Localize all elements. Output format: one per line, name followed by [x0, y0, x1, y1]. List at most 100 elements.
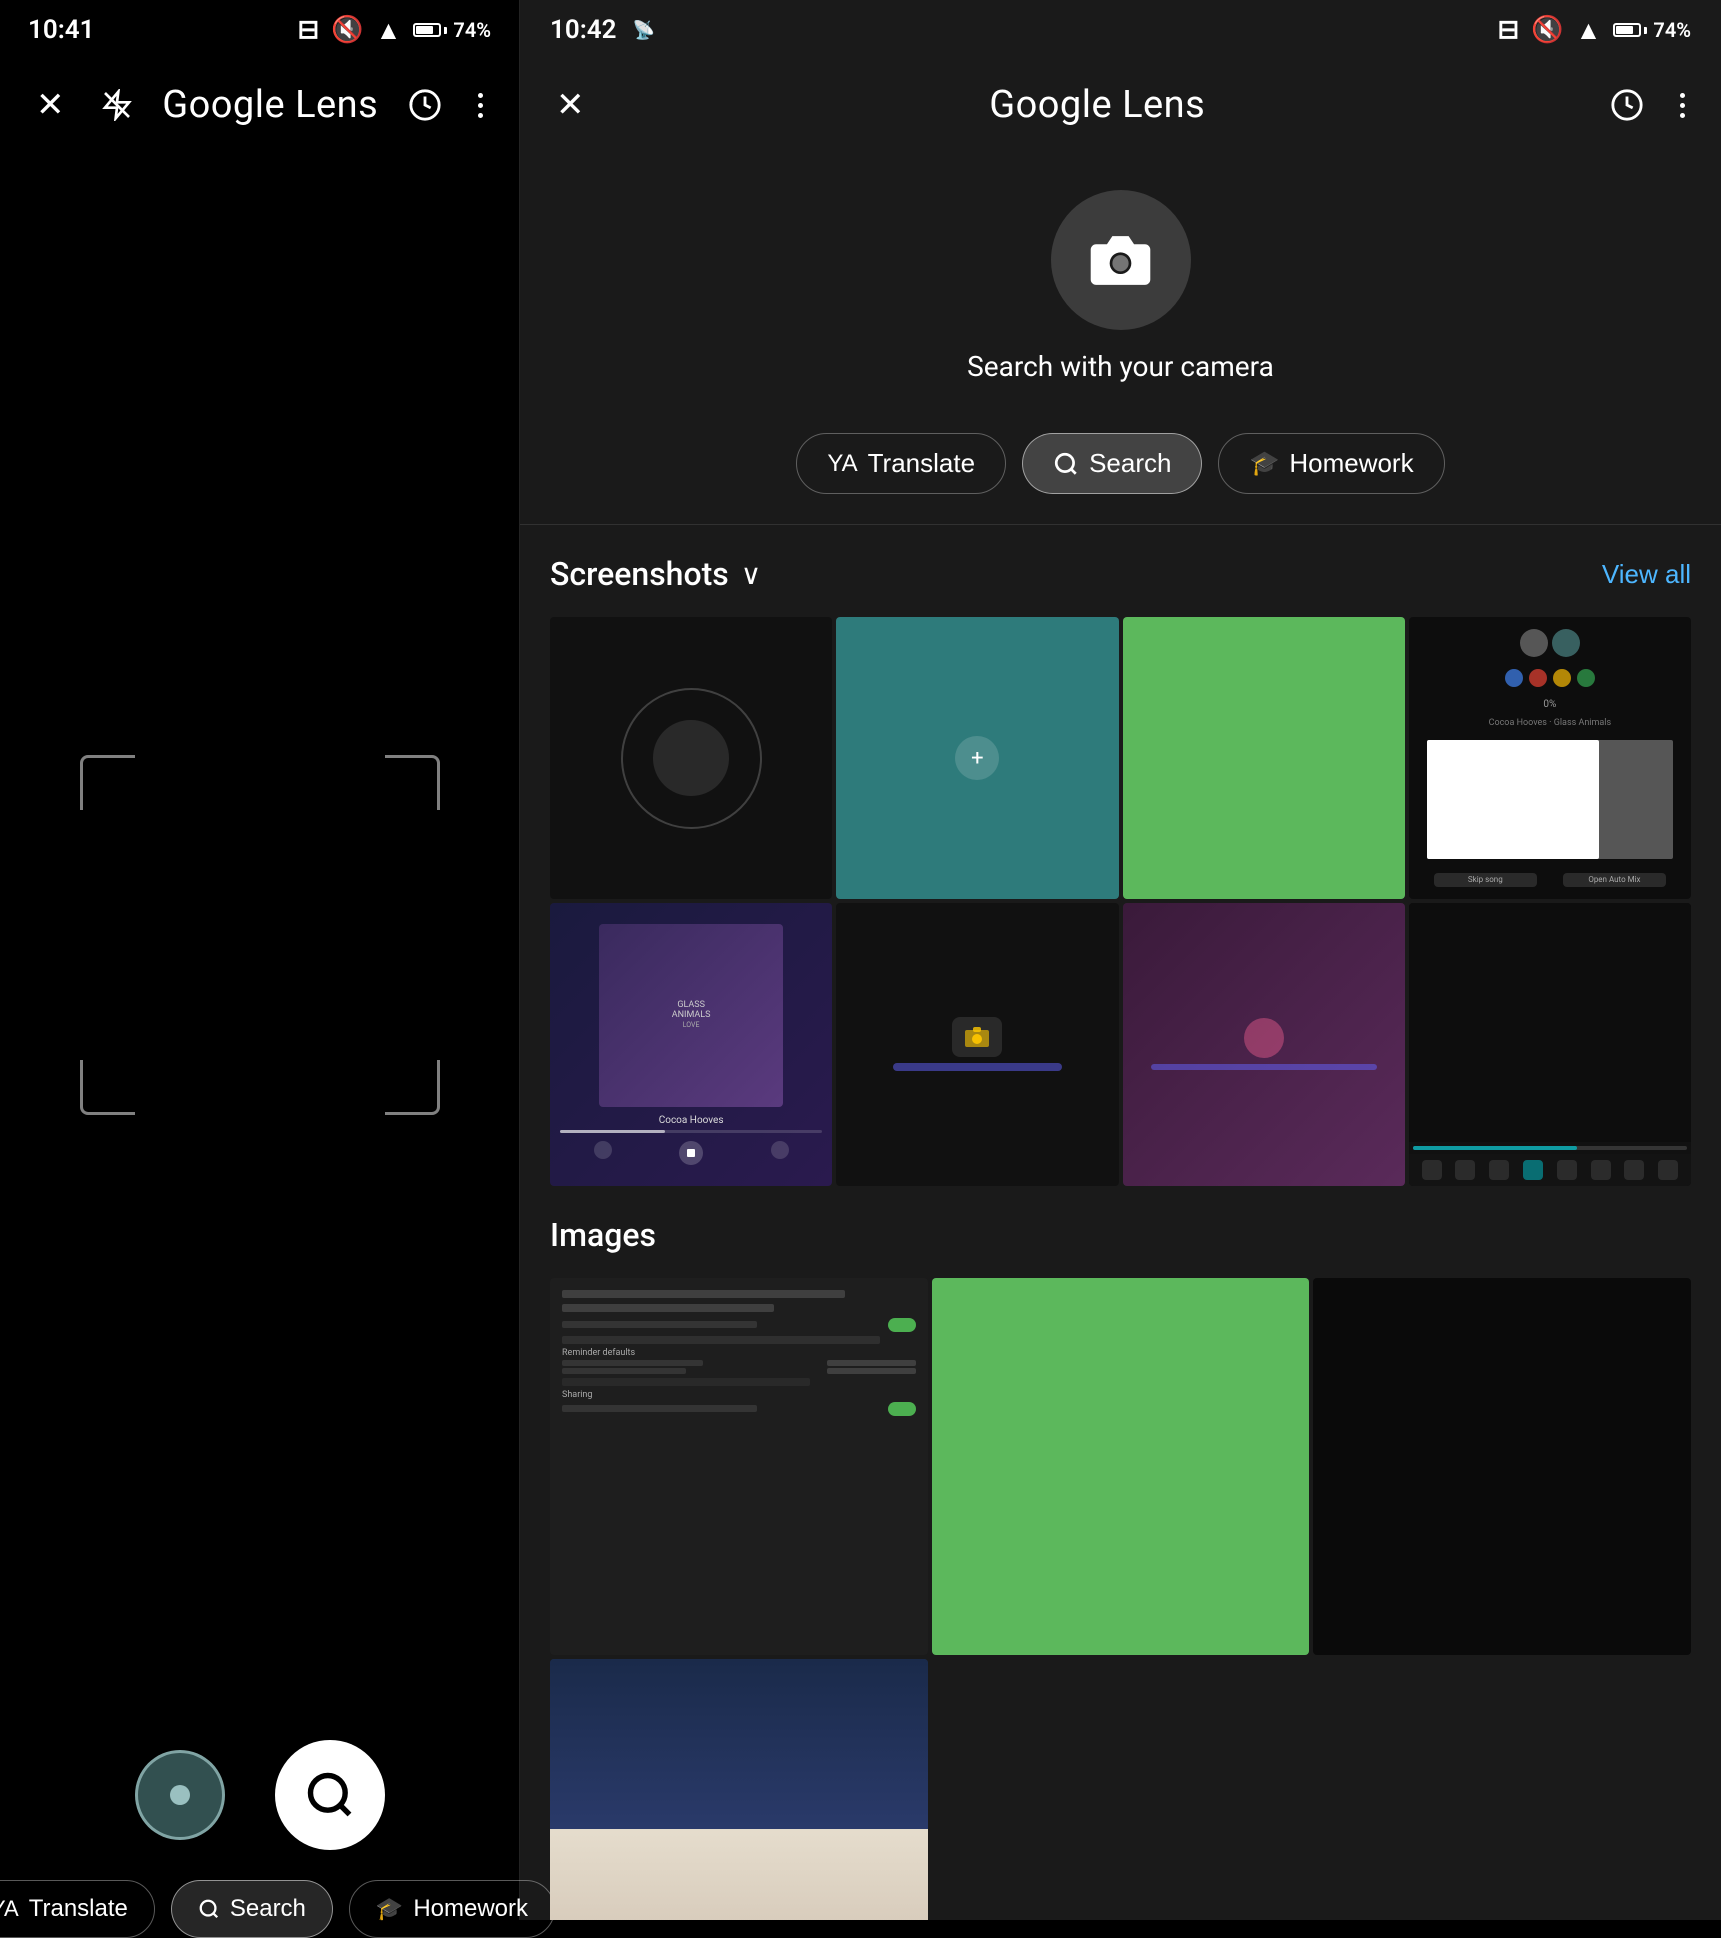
tab-translate-left[interactable]: YA Translate — [0, 1880, 155, 1938]
tab-search-label-right: Search — [1089, 448, 1171, 479]
right-toolbar: ✕ Google Lens — [520, 60, 1721, 150]
camera-prompt-text: Search with your camera — [967, 350, 1274, 383]
left-time: 10:41 — [28, 15, 95, 45]
screenshots-view-all[interactable]: View all — [1602, 559, 1691, 590]
vol-avatars — [1421, 629, 1679, 657]
right-more-button[interactable] — [1674, 87, 1691, 124]
right-screen-record-icon: ⊟ — [1497, 15, 1519, 45]
translate-icon-left: YA — [0, 1896, 19, 1922]
vol-track: Cocoa Hooves · Glass Animals — [1421, 718, 1679, 728]
search-icon-right — [1053, 451, 1079, 477]
screenshot-thumb-4[interactable]: 0% Cocoa Hooves · Glass Animals Skip son… — [1409, 617, 1691, 899]
flash-button[interactable] — [95, 83, 139, 127]
tab-homework-left[interactable]: 🎓 Homework — [349, 1880, 555, 1938]
tab-search-left[interactable]: Search — [171, 1880, 333, 1938]
settings-times-2 — [562, 1368, 916, 1374]
right-mute-icon: 🔇 — [1531, 15, 1563, 45]
settings-section-label: Reminder defaults — [562, 1348, 916, 1358]
more-button[interactable] — [472, 87, 489, 124]
screenshots-title-row: Screenshots ∨ — [550, 555, 761, 593]
control-row — [1409, 1154, 1691, 1186]
left-panel: 10:41 ⊟ 🔇 ▲ 74% ✕ Google Lens — [0, 0, 520, 1920]
left-toolbar-right — [402, 82, 489, 128]
thumb-2-icon: + — [955, 736, 999, 780]
toggle-label-1 — [562, 1321, 757, 1328]
corner-bl — [80, 1060, 135, 1115]
camera-icon — [1088, 228, 1153, 293]
homework-icon-right: 🎓 — [1249, 449, 1279, 478]
capture-button[interactable] — [135, 1750, 225, 1840]
history-button[interactable] — [402, 82, 448, 128]
sharing-label: Sharing — [562, 1390, 916, 1400]
content-area: Screenshots ∨ View all + — [520, 525, 1721, 1920]
right-history-button[interactable] — [1604, 82, 1650, 128]
left-bottom-bar: YA Translate Search 🎓 Homework — [0, 1720, 519, 1920]
image-thumb-4[interactable]: Fuji? — [550, 1659, 928, 1920]
screenshots-title: Screenshots — [550, 555, 729, 593]
image-thumb-3[interactable] — [1313, 1278, 1691, 1656]
lens-search-button[interactable] — [275, 1740, 385, 1850]
viewfinder-frame — [80, 755, 440, 1115]
settings-row-3 — [562, 1336, 880, 1344]
images-grid: Reminder defaults Sharing — [550, 1278, 1691, 1921]
image-thumb-1[interactable]: Reminder defaults Sharing — [550, 1278, 928, 1656]
tab-homework-right[interactable]: 🎓 Homework — [1218, 433, 1444, 494]
chrome-icons — [1421, 669, 1679, 687]
camera-app-icon — [965, 1027, 989, 1047]
right-status-bar: 10:42 📡 ⊟ 🔇 ▲ 74% — [520, 0, 1721, 60]
tab-translate-label-left: Translate — [29, 1895, 128, 1923]
right-signal-icon: 📡 — [633, 20, 655, 41]
ctrl-3 — [1489, 1160, 1509, 1180]
screenshot-thumb-1[interactable] — [550, 617, 832, 899]
screenshot-thumb-6[interactable] — [836, 903, 1118, 1185]
progress-bar — [560, 1130, 822, 1133]
screenshots-section-header: Screenshots ∨ View all — [550, 555, 1691, 593]
screenshot-thumb-8[interactable] — [1409, 903, 1691, 1185]
tab-homework-label-left: Homework — [413, 1895, 528, 1923]
right-battery-percent: 74% — [1653, 18, 1691, 42]
tab-translate-right[interactable]: YA Translate — [796, 433, 1006, 494]
right-status-left: 10:42 📡 — [550, 15, 655, 45]
ctrl-2 — [1455, 1160, 1475, 1180]
mute-icon: 🔇 — [331, 15, 363, 45]
screenshot-thumb-3[interactable] — [1123, 617, 1405, 899]
right-close-button[interactable]: ✕ — [550, 79, 591, 131]
settings-row-4 — [562, 1378, 810, 1386]
toggle-row-1 — [562, 1318, 916, 1332]
battery-indicator: 74% — [413, 18, 491, 42]
ctrl-1 — [1422, 1160, 1442, 1180]
image-thumb-2[interactable] — [932, 1278, 1310, 1656]
right-toolbar-actions — [1604, 82, 1691, 128]
music-title: Cocoa Hooves — [659, 1115, 724, 1126]
translate-icon-right: YA — [827, 450, 857, 478]
vol-slider — [1427, 740, 1673, 859]
toggle-label-2 — [562, 1405, 757, 1412]
screenshot-thumb-5[interactable]: GLASSANIMALSLOVE Cocoa Hooves — [550, 903, 832, 1185]
playback-controls — [560, 1141, 822, 1165]
video-progress — [1409, 1142, 1691, 1154]
right-wifi-icon: ▲ — [1576, 15, 1602, 46]
camera-card: Search with your camera — [520, 150, 1721, 413]
tab-search-label-left: Search — [230, 1895, 306, 1923]
corner-tr — [385, 755, 440, 810]
toggle-1 — [888, 1318, 916, 1332]
close-button[interactable]: ✕ — [30, 79, 71, 131]
left-toolbar-left: ✕ — [30, 79, 139, 131]
corner-tl — [80, 755, 135, 810]
ctrl-7 — [1624, 1160, 1644, 1180]
screenshot-thumb-7[interactable] — [1123, 903, 1405, 1185]
left-app-title: Google Lens — [162, 83, 378, 127]
vol-btns: Skip song Open Auto Mix — [1421, 873, 1679, 887]
right-app-title: Google Lens — [989, 83, 1205, 127]
search-icon-left — [198, 1898, 220, 1920]
capture-btn-inner — [170, 1785, 190, 1805]
camera-icon-circle[interactable] — [1051, 190, 1191, 330]
left-status-icons: ⊟ 🔇 ▲ 74% — [297, 15, 491, 46]
screenshot-thumb-2[interactable]: + — [836, 617, 1118, 899]
wifi-icon: ▲ — [376, 15, 402, 46]
left-mode-tabs: YA Translate Search 🎓 Homework — [0, 1880, 555, 1938]
battery-percent: 74% — [453, 18, 491, 42]
tab-search-right[interactable]: Search — [1022, 433, 1202, 494]
left-toolbar: ✕ Google Lens — [0, 60, 519, 150]
right-status-icons: ⊟ 🔇 ▲ 74% — [1497, 15, 1691, 46]
